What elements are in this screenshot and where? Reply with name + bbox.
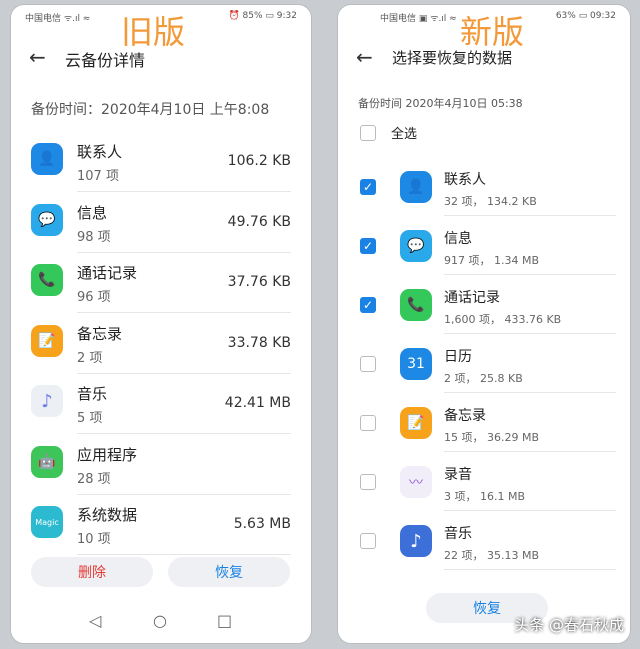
item-size: 106.2 KB	[227, 153, 291, 169]
select-all-checkbox[interactable]	[360, 125, 376, 141]
restore-item-row[interactable]: ♪ 音乐 22 项， 35.13 MB	[338, 511, 630, 571]
item-name: 联系人	[77, 143, 123, 161]
backup-item-row[interactable]: Magic 系统数据 10 项 5.63 MB	[11, 492, 311, 555]
item-detail: 1,600 项， 433.76 KB	[444, 313, 562, 326]
item-icon: 🤖	[31, 445, 63, 478]
restore-item-row[interactable]: ✓ 📞 通话记录 1,600 项， 433.76 KB	[338, 275, 630, 335]
backup-item-row[interactable]: 📝 备忘录 2 项 33.78 KB	[11, 311, 311, 374]
item-name: 联系人	[444, 172, 486, 188]
item-detail: 32 项， 134.2 KB	[444, 195, 537, 208]
item-checkbox[interactable]: ✓	[360, 238, 376, 254]
backup-time: 备份时间 2020年4月10日 05:38	[358, 97, 523, 110]
header: ← 选择要恢复的数据	[352, 45, 620, 71]
status-left: 中国电信 ▣ ᯤ.ıl ≈	[380, 14, 457, 24]
row-divider	[444, 569, 616, 570]
backup-item-row[interactable]: 📞 通话记录 96 项 37.76 KB	[11, 250, 311, 313]
item-icon: 💬	[400, 230, 432, 262]
item-icon: 📞	[400, 289, 432, 321]
restore-item-row[interactable]: ✓ 💬 信息 917 项， 1.34 MB	[338, 216, 630, 276]
nav-bar: ◁ ○ □	[11, 611, 311, 633]
item-detail: 2 项， 25.8 KB	[444, 372, 523, 385]
item-name: 备忘录	[77, 324, 123, 343]
page-title: 云备份详情	[65, 51, 146, 70]
nav-recents-icon[interactable]: □	[217, 611, 232, 630]
item-count: 28 项	[77, 471, 111, 487]
item-checkbox[interactable]	[360, 415, 376, 431]
status-right: 63% ▭ 09:32	[555, 11, 616, 21]
item-size: 37.76 KB	[227, 274, 291, 290]
back-arrow-icon[interactable]: ←	[29, 45, 46, 69]
item-name: 信息	[77, 203, 108, 222]
item-size: 5.63 MB	[233, 516, 291, 532]
item-icon: 👤	[31, 143, 63, 175]
backup-item-row[interactable]: ♪ 音乐 5 项 42.41 MB	[11, 371, 311, 434]
item-checkbox[interactable]	[360, 474, 376, 490]
backup-item-row[interactable]: 💬 信息 98 项 49.76 KB	[11, 190, 311, 253]
item-name: 录音	[444, 467, 472, 483]
old-version-screen: 中国电信 ᯤ.ıl ≈ ⏰ 85% ▭ 9:32 旧版 ← 云备份详情 备份时间…	[10, 4, 312, 644]
restore-item-row[interactable]: 📝 备忘录 15 项， 36.29 MB	[338, 393, 630, 453]
item-icon: 📝	[31, 324, 63, 357]
item-icon: 👤	[400, 171, 432, 203]
item-checkbox[interactable]	[360, 533, 376, 549]
page-title: 选择要恢复的数据	[392, 49, 513, 67]
row-divider	[77, 554, 291, 555]
restore-item-row[interactable]: 〰 录音 3 项， 16.1 MB	[338, 452, 630, 512]
item-icon: 💬	[31, 203, 63, 236]
item-icon: 31	[400, 348, 432, 380]
backup-item-row[interactable]: 🤖 应用程序 28 项	[11, 432, 311, 495]
item-icon: Magic	[31, 506, 63, 538]
item-count: 10 项	[77, 532, 111, 547]
item-size: 49.76 KB	[227, 213, 291, 230]
item-checkbox[interactable]: ✓	[360, 179, 376, 195]
item-name: 音乐	[77, 385, 108, 403]
watermark: 头条 @春石秋成	[514, 616, 624, 634]
item-detail: 917 项， 1.34 MB	[444, 254, 540, 267]
item-size: 33.78 KB	[227, 334, 291, 351]
item-detail: 3 项， 16.1 MB	[444, 490, 526, 503]
item-icon: ♪	[400, 525, 432, 557]
item-checkbox[interactable]	[360, 356, 376, 372]
nav-home-icon[interactable]: ○	[153, 611, 167, 630]
item-count: 5 项	[77, 411, 103, 426]
item-count: 98 项	[77, 229, 111, 245]
item-icon: ♪	[31, 385, 63, 417]
restore-item-row[interactable]: 31 日历 2 项， 25.8 KB	[338, 334, 630, 394]
item-name: 信息	[444, 231, 472, 247]
item-count: 2 项	[77, 350, 103, 366]
item-icon: 〰	[400, 466, 432, 498]
item-name: 备忘录	[444, 408, 486, 424]
item-name: 音乐	[444, 526, 472, 542]
item-name: 系统数据	[77, 506, 138, 524]
item-detail: 22 项， 35.13 MB	[444, 549, 540, 562]
item-count: 107 项	[77, 169, 119, 184]
item-checkbox[interactable]: ✓	[360, 297, 376, 313]
item-name: 日历	[444, 349, 472, 365]
item-icon: 📞	[31, 264, 63, 296]
item-name: 通话记录	[77, 264, 138, 282]
item-size: 42.41 MB	[224, 395, 291, 411]
item-detail: 15 项， 36.29 MB	[444, 431, 540, 444]
nav-back-icon[interactable]: ◁	[89, 611, 101, 630]
header: ← 云备份详情	[25, 45, 301, 71]
restore-item-row[interactable]: ✓ 👤 联系人 32 项， 134.2 KB	[338, 157, 630, 217]
backup-time: 备份时间：2020年4月10日 上午8:08	[31, 102, 270, 118]
item-name: 通话记录	[444, 290, 500, 306]
status-right: ⏰ 85% ▭ 9:32	[228, 11, 297, 21]
delete-button[interactable]: 删除	[31, 557, 153, 587]
item-icon: 📝	[400, 407, 432, 439]
backup-item-row[interactable]: 👤 联系人 107 项 106.2 KB	[11, 129, 311, 192]
back-arrow-icon[interactable]: ←	[356, 45, 373, 69]
item-name: 应用程序	[77, 445, 138, 464]
item-count: 96 项	[77, 290, 111, 305]
new-version-screen: 中国电信 ▣ ᯤ.ıl ≈ 63% ▭ 09:32 新版 ← 选择要恢复的数据 …	[337, 4, 631, 644]
status-left: 中国电信 ᯤ.ıl ≈	[25, 14, 91, 24]
restore-button[interactable]: 恢复	[168, 557, 290, 587]
select-all-label: 全选	[391, 127, 418, 142]
